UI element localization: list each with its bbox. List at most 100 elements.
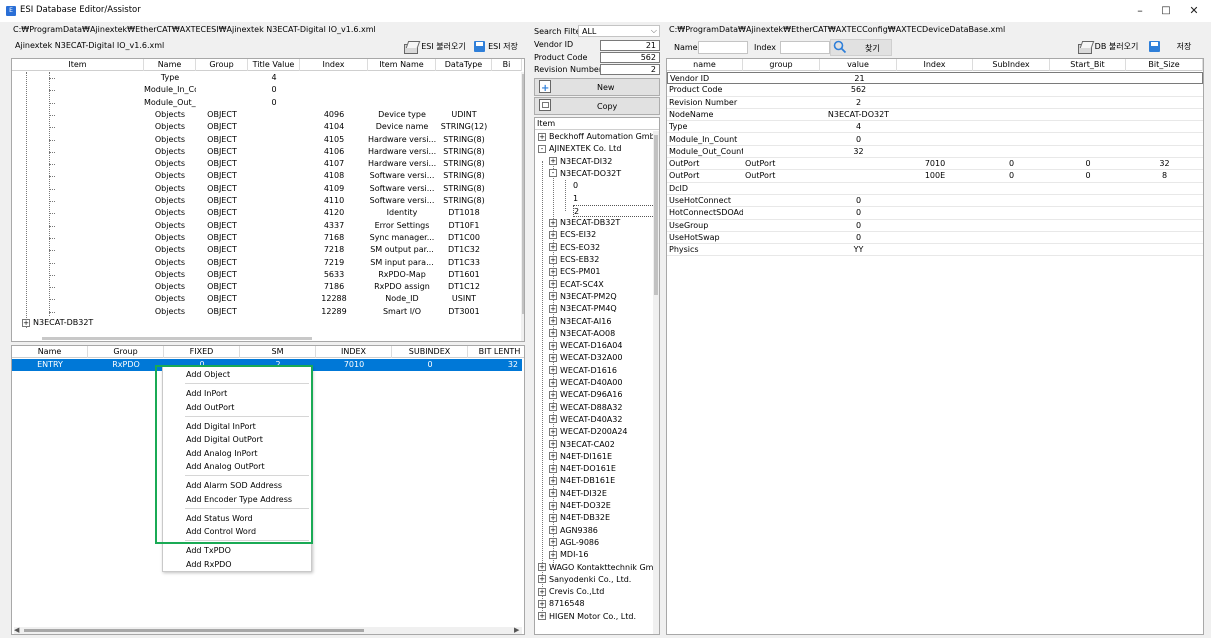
expand-icon[interactable]: + <box>538 132 546 141</box>
tree-row[interactable]: Objects OBJECT 4110 Software versi... STRING… <box>12 195 522 207</box>
col-sm[interactable]: SM <box>240 346 316 358</box>
expand-icon[interactable]: + <box>549 353 557 362</box>
tree-row[interactable]: Type 4 <box>12 72 522 84</box>
esi-save-button[interactable]: ESI 저장 <box>468 40 524 56</box>
db-row[interactable]: Product Code 562 <box>667 84 1203 97</box>
db-row[interactable]: NodeName N3ECAT-DO32T <box>667 109 1203 122</box>
col-name[interactable]: name <box>667 59 743 71</box>
expand-icon[interactable]: + <box>549 243 557 252</box>
device-tree-scrollbar[interactable] <box>653 131 659 634</box>
name-filter-input[interactable] <box>698 41 748 54</box>
tree-row[interactable]: Objects OBJECT 4104 Device name STRING(12) <box>12 121 522 133</box>
vendor-node[interactable]: - AJINEXTEK Co. Ltd <box>538 143 621 155</box>
entry-hscroll-thumb[interactable] <box>24 629 364 632</box>
expand-icon[interactable]: + <box>538 599 546 608</box>
expand-icon[interactable]: + <box>549 403 557 412</box>
expand-icon[interactable]: + <box>538 612 546 621</box>
menu-add-analog-outport[interactable]: Add Analog OutPort <box>186 462 265 471</box>
tree-scroll-thumb[interactable] <box>522 74 524 314</box>
product-node[interactable]: + WECAT-D96A16 <box>549 389 622 401</box>
scroll-left-icon[interactable]: ◀ <box>14 627 19 634</box>
collapse-icon[interactable]: - <box>549 169 557 178</box>
menu-add-object[interactable]: Add Object <box>186 370 230 379</box>
col-group[interactable]: group <box>743 59 820 71</box>
product-node[interactable]: + N3ECAT-PM2Q <box>549 291 617 303</box>
expand-icon[interactable]: + <box>549 317 557 325</box>
db-row[interactable]: HotConnectSDOAd... 0 <box>667 207 1203 220</box>
db-row[interactable]: UseHotConnect 0 <box>667 195 1203 208</box>
expand-icon[interactable]: + <box>549 292 557 301</box>
expand-icon[interactable]: + <box>549 366 557 375</box>
tree-row[interactable]: Objects OBJECT 12288 Node_ID USINT <box>12 293 522 305</box>
product-node[interactable]: + WECAT-D40A00 <box>549 377 622 389</box>
db-row[interactable]: UseHotSwap 0 <box>667 232 1203 245</box>
expand-icon[interactable]: + <box>549 513 557 522</box>
device-tree-scroll-thumb[interactable] <box>654 135 658 295</box>
tree-row[interactable]: Module_In_Co... 0 <box>12 84 522 96</box>
expand-icon[interactable]: + <box>549 378 557 387</box>
db-row[interactable]: Module_Out_Count 32 <box>667 146 1203 159</box>
expand-icon[interactable]: + <box>549 526 557 535</box>
db-row[interactable]: UseGroup 0 <box>667 220 1203 232</box>
menu-add-analog-inport[interactable]: Add Analog InPort <box>186 449 258 458</box>
db-load-button[interactable]: DB 불러오기 <box>1076 40 1140 56</box>
expand-icon[interactable]: + <box>549 230 557 239</box>
product-node[interactable]: - N3ECAT-DO32T <box>549 168 621 180</box>
col-group[interactable]: Group <box>88 346 164 358</box>
product-node[interactable]: + N4ET-DB32E <box>549 512 610 524</box>
db-row[interactable]: Revision Number 2 <box>667 97 1203 109</box>
tree-row[interactable]: Objects OBJECT 4106 Hardware versi... STRING… <box>12 146 522 158</box>
vendor-node[interactable]: + Crevis Co.,Ltd <box>538 586 604 598</box>
tree-row[interactable]: Objects OBJECT 7218 SM output par... DT1C32 <box>12 244 522 256</box>
menu-add-txpdo[interactable]: Add TxPDO <box>186 546 231 555</box>
vendor-node[interactable]: + Sanyodenki Co., Ltd. <box>538 574 631 586</box>
product-node[interactable]: + WECAT-D16A04 <box>549 340 622 352</box>
product-code-field[interactable]: 562 <box>600 52 660 63</box>
expand-icon[interactable]: + <box>549 157 557 166</box>
search-filter-select[interactable]: ALL ⌵ <box>578 25 660 37</box>
tree-row[interactable]: Objects OBJECT 5633 RxPDO-Map DT1601 <box>12 269 522 281</box>
col-group[interactable]: Group <box>196 59 248 71</box>
product-node[interactable]: + N4ET-DB161E <box>549 475 615 487</box>
tree-row[interactable]: Objects OBJECT 4096 Device type UDINT <box>12 109 522 121</box>
index-filter-input[interactable] <box>780 41 830 54</box>
menu-add-outport[interactable]: Add OutPort <box>186 403 234 412</box>
expand-icon[interactable]: + <box>549 218 557 227</box>
minimize-button[interactable]: – <box>1126 2 1154 20</box>
col-index[interactable]: Index <box>897 59 973 71</box>
db-row[interactable]: Type 4 <box>667 121 1203 134</box>
esi-load-button[interactable]: ESI 불러오기 <box>402 40 468 56</box>
scroll-right-icon[interactable]: ▶ <box>514 627 519 634</box>
maximize-button[interactable]: □ <box>1152 2 1180 20</box>
product-node[interactable]: + N4ET-DI32E <box>549 488 607 500</box>
expand-icon[interactable]: + <box>549 538 557 547</box>
product-node[interactable]: + MDI-16 <box>549 549 589 561</box>
col-item-name[interactable]: Item Name <box>368 59 436 71</box>
entry-hscrollbar[interactable]: ◀ ▶ <box>14 627 522 634</box>
expand-icon[interactable]: + <box>549 255 557 264</box>
expand-icon[interactable]: + <box>549 427 557 436</box>
vendor-id-field[interactable]: 21 <box>600 40 660 51</box>
expand-icon[interactable]: + <box>549 280 557 289</box>
revision-node[interactable]: 0 <box>573 180 578 192</box>
vendor-node[interactable]: + WAGO Kontakttechnik GmbH <box>538 562 659 574</box>
product-node[interactable]: + AGL-9086 <box>549 537 599 549</box>
vendor-node[interactable]: + HIGEN Motor Co., Ltd. <box>538 611 636 623</box>
col-subindex[interactable]: SubIndex <box>973 59 1050 71</box>
revision-node[interactable]: 1 <box>573 193 578 205</box>
vendor-node[interactable]: + Beckhoff Automation GmbH <box>538 131 659 143</box>
col-index[interactable]: Index <box>300 59 368 71</box>
menu-add-digital-outport[interactable]: Add Digital OutPort <box>186 435 263 444</box>
expand-icon[interactable]: + <box>549 501 557 510</box>
col-title-value[interactable]: Title Value <box>248 59 300 71</box>
product-node[interactable]: + N4ET-DO161E <box>549 463 616 475</box>
product-node[interactable]: + N3ECAT-DB32T <box>549 217 620 229</box>
device-tree[interactable]: Item + Beckhoff Automation GmbH - AJINEXTEK… <box>534 117 660 635</box>
product-node[interactable]: + N3ECAT-AO08 <box>549 328 615 340</box>
product-node[interactable]: + WECAT-D32A00 <box>549 352 622 364</box>
menu-add-alarm-sod-address[interactable]: Add Alarm SOD Address <box>186 481 282 490</box>
expand-icon[interactable]: + <box>549 304 557 313</box>
col-index[interactable]: INDEX <box>316 346 392 358</box>
col-bit-size[interactable]: Bit_Size <box>1126 59 1203 71</box>
tree-row[interactable]: Objects OBJECT 12289 Smart I/O DT3001 <box>12 306 522 318</box>
